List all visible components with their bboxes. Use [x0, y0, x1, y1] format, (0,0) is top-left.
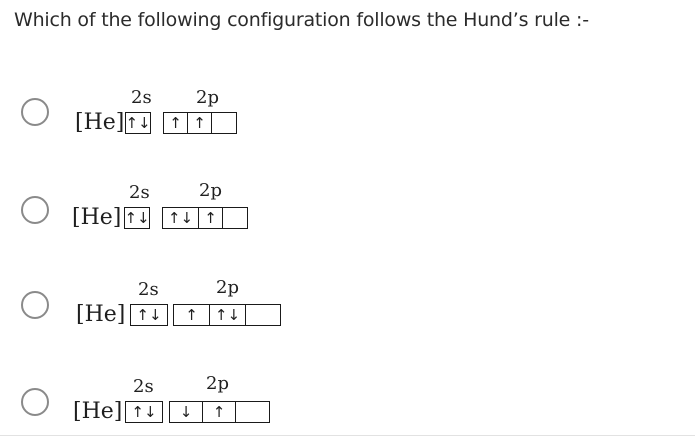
orbital-cell: ↑ [164, 113, 188, 133]
electron-configuration: [He] 2s 2p ↑↓ ↑ ↑↓ [76, 276, 281, 328]
orbital-label-2s: 2s [133, 376, 154, 397]
orbital-box-2s: ↑↓ [124, 207, 150, 229]
orbital-cell: ↑↓ [124, 208, 150, 227]
orbital-label-2s: 2s [129, 182, 150, 203]
radio-button[interactable] [21, 388, 49, 416]
orbital-box-2p: ↓ ↑ [169, 401, 270, 423]
electron-configuration: [He] 2s 2p ↑↓ ↑ ↑ [75, 84, 255, 136]
radio-button[interactable] [21, 98, 49, 126]
orbital-box-2s: ↑↓ [125, 401, 163, 423]
orbital-box-2p: ↑↓ ↑ [162, 207, 248, 229]
orbital-cell: ↑↓ [163, 208, 199, 228]
radio-button[interactable] [21, 291, 49, 319]
orbital-box-2p: ↑ ↑ [163, 112, 237, 134]
orbital-cell: ↑↓ [131, 402, 157, 421]
electron-configuration: [He] 2s 2p ↑↓ ↑↓ ↑ [72, 179, 262, 231]
orbital-cell: ↑↓ [125, 113, 151, 132]
orbital-label-2p: 2p [216, 277, 239, 298]
orbital-label-2p: 2p [196, 87, 219, 108]
orbital-label-2s: 2s [138, 279, 159, 300]
orbital-box-2s: ↑↓ [125, 112, 151, 134]
electron-configuration: [He] 2s 2p ↑↓ ↓ ↑ [73, 373, 273, 425]
option-4[interactable]: [He] 2s 2p ↑↓ ↓ ↑ [0, 367, 695, 437]
orbital-cell: ↑↓ [210, 305, 246, 325]
orbital-label-2p: 2p [206, 373, 229, 394]
orbital-label-2s: 2s [131, 87, 152, 108]
orbital-cell: ↑ [199, 208, 223, 228]
orbital-cell: ↑ [188, 113, 212, 133]
orbital-cell [236, 402, 269, 422]
orbital-box-2s: ↑↓ [130, 304, 168, 326]
question-text: Which of the following configuration fol… [14, 9, 589, 31]
core-notation: [He] [73, 399, 123, 424]
radio-button[interactable] [21, 196, 49, 224]
option-1[interactable]: [He] 2s 2p ↑↓ ↑ ↑ [0, 78, 695, 148]
orbital-cell [212, 113, 236, 133]
orbital-box-2p: ↑ ↑↓ [173, 304, 281, 326]
bottom-divider [0, 435, 695, 436]
orbital-label-2p: 2p [199, 180, 222, 201]
orbital-cell [223, 208, 247, 228]
orbital-cell: ↑ [203, 402, 236, 422]
orbital-cell: ↑↓ [136, 305, 162, 324]
orbital-cell: ↓ [170, 402, 203, 422]
orbital-cell: ↑ [174, 305, 210, 325]
option-3[interactable]: [He] 2s 2p ↑↓ ↑ ↑↓ [0, 272, 695, 342]
orbital-cell [246, 305, 280, 325]
option-2[interactable]: [He] 2s 2p ↑↓ ↑↓ ↑ [0, 173, 695, 243]
core-notation: [He] [76, 302, 126, 327]
core-notation: [He] [72, 205, 122, 230]
core-notation: [He] [75, 110, 125, 135]
